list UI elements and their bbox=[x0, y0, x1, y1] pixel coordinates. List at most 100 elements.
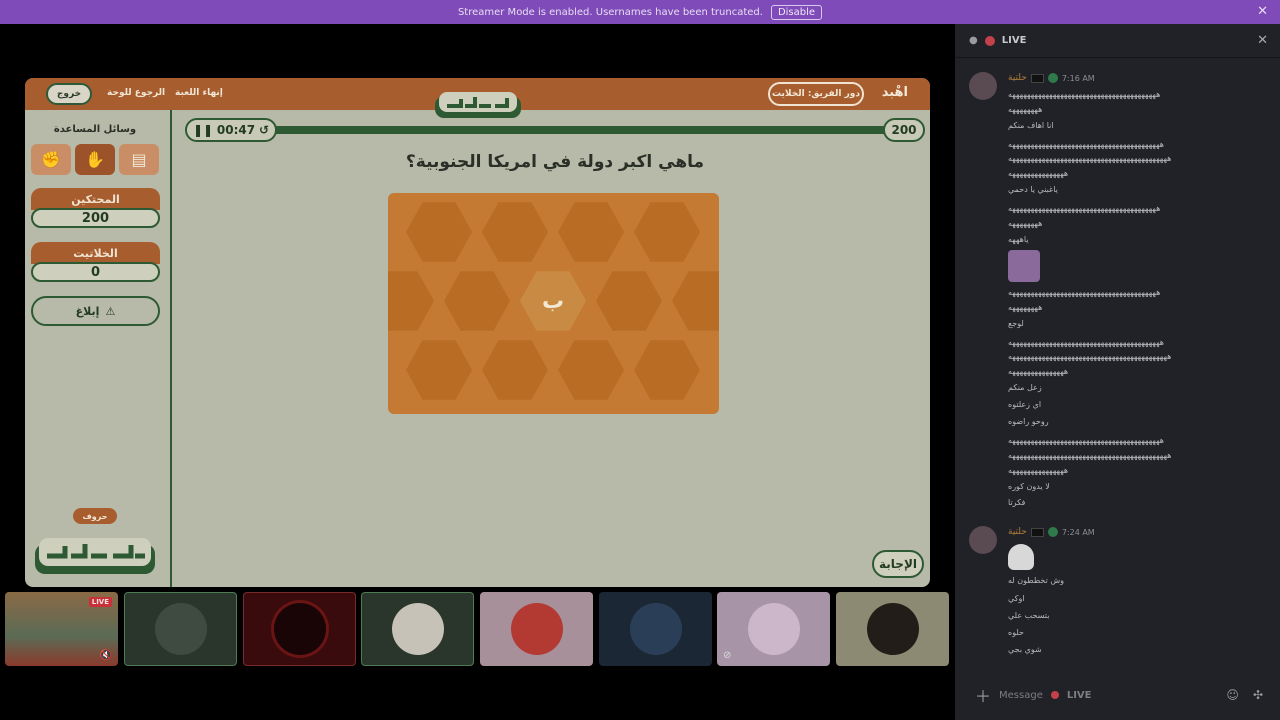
message-line: اوكي bbox=[1008, 594, 1025, 603]
message-line: هههههههههههههههه bbox=[1008, 367, 1069, 376]
avatar bbox=[510, 603, 563, 655]
team2-scorebox: الخلاتيت 0 bbox=[31, 242, 160, 286]
message-line: لا يدون كوره bbox=[1008, 482, 1050, 491]
input-placeholder: Message bbox=[999, 689, 1043, 701]
close-chat-icon[interactable]: ✕ bbox=[1257, 33, 1268, 48]
hex-cell[interactable] bbox=[406, 340, 472, 400]
pause-icon[interactable]: ❚❚ bbox=[193, 123, 213, 137]
avatar[interactable] bbox=[969, 72, 997, 100]
hex-cell[interactable] bbox=[672, 271, 719, 331]
message-line: وش تخططون له bbox=[1008, 576, 1064, 585]
sticker-image[interactable] bbox=[1008, 544, 1034, 570]
message-line: هههههههههههههههههههههههههههههههههههههههه… bbox=[1008, 338, 1165, 347]
message-line: لوجع bbox=[1008, 319, 1024, 328]
message-line: شوي بجي bbox=[1008, 645, 1042, 654]
participant-tile[interactable] bbox=[599, 592, 712, 666]
avatar bbox=[866, 603, 919, 655]
message-line: ياغبني يا دحمي bbox=[1008, 185, 1058, 194]
message-line: هههههههههههههههههههههههههههههههههههههههه… bbox=[1008, 451, 1172, 460]
message-input[interactable]: ＋ Message LIVE ☺ ✣ bbox=[967, 680, 1269, 710]
honeycomb-board: ب bbox=[388, 193, 719, 414]
message-line: هههههههههههههههه bbox=[1008, 466, 1069, 475]
timer: ❚❚ 00:47 ↺ bbox=[185, 118, 277, 142]
message-line: هههههههههههههههه bbox=[1008, 169, 1069, 178]
progress-track bbox=[265, 126, 889, 134]
timer-value: 00:47 bbox=[216, 123, 256, 137]
team-turn-pill: دور الفريق: الخلايت bbox=[768, 82, 864, 106]
participant-tile[interactable] bbox=[480, 592, 593, 666]
close-icon[interactable]: ✕ bbox=[1257, 4, 1268, 19]
emoji-icon[interactable]: ☺ bbox=[1226, 688, 1239, 702]
add-attachment-icon[interactable]: ＋ bbox=[975, 683, 991, 707]
participant-tile[interactable] bbox=[124, 592, 237, 666]
participant-tile-stream[interactable]: LIVE 🔇 bbox=[5, 592, 118, 666]
game-window: خروج الرجوع للوحة إنهاء اللعبة دور الفري… bbox=[25, 78, 930, 587]
username[interactable]: حلتية bbox=[1008, 73, 1027, 83]
end-game-link[interactable]: إنهاء اللعبة bbox=[175, 88, 223, 98]
message-line: ههههههههه bbox=[1008, 303, 1043, 312]
hex-cell[interactable] bbox=[558, 202, 624, 262]
hex-cell[interactable] bbox=[444, 271, 510, 331]
speaker-muted-icon[interactable]: 🔇 bbox=[100, 650, 112, 661]
message-line: هههههههههههههههههههههههههههههههههههههههه… bbox=[1008, 204, 1161, 213]
username[interactable]: حلتية bbox=[1008, 527, 1027, 537]
badge-icon bbox=[1030, 73, 1044, 83]
answer-button[interactable]: الإجابة bbox=[872, 550, 924, 578]
chat-bubble-icon: ● bbox=[969, 35, 978, 46]
chat-header: ● LIVE bbox=[955, 24, 1280, 58]
hex-cell[interactable] bbox=[634, 340, 700, 400]
history-icon[interactable]: ↺ bbox=[259, 123, 269, 137]
fist-icon[interactable]: ✊ bbox=[31, 144, 71, 175]
exit-button[interactable]: خروج bbox=[46, 83, 92, 105]
hex-cell[interactable] bbox=[596, 271, 662, 331]
image-attachment[interactable] bbox=[1008, 250, 1040, 282]
hex-cell-active[interactable]: ب bbox=[520, 271, 586, 331]
raised-hand-icon[interactable]: ✋ bbox=[75, 144, 115, 175]
banner-text: Streamer Mode is enabled. Usernames have… bbox=[457, 6, 763, 18]
hex-cell[interactable] bbox=[634, 202, 700, 262]
team1-name: المحتكين bbox=[31, 188, 160, 210]
avatar[interactable] bbox=[969, 526, 997, 554]
message-line: ياهههه bbox=[1008, 235, 1029, 244]
chat-panel: ● LIVE ✕ حلتية 7:16 AM ههههههههههههههههه… bbox=[955, 24, 1280, 720]
avatar bbox=[391, 603, 444, 655]
verified-icon bbox=[1047, 73, 1058, 83]
team1-scorebox: المحتكين 200 bbox=[31, 188, 160, 232]
disable-streamer-mode-button[interactable]: Disable bbox=[770, 4, 823, 20]
hex-cell[interactable] bbox=[482, 202, 548, 262]
hex-cell[interactable] bbox=[482, 340, 548, 400]
input-channel: LIVE bbox=[1066, 689, 1092, 701]
letters-tag: حروف bbox=[73, 508, 117, 524]
book-icon[interactable]: ▤ bbox=[119, 144, 159, 175]
avatar bbox=[273, 603, 326, 655]
message-meta: حلتية 7:16 AM bbox=[1008, 73, 1095, 83]
game-sidebar: وسائل المساعدة ✊ ✋ ▤ المحتكين 200 الخلات… bbox=[25, 110, 172, 587]
participant-strip: LIVE 🔇 ⊘ bbox=[5, 592, 950, 666]
timestamp: 7:24 AM bbox=[1061, 527, 1095, 537]
red-dot-icon bbox=[984, 35, 995, 46]
participant-tile[interactable]: ⊘ bbox=[717, 592, 830, 666]
message-line: روحو راضوه bbox=[1008, 417, 1049, 426]
hex-cell[interactable] bbox=[406, 202, 472, 262]
avatar bbox=[747, 603, 800, 655]
avatar bbox=[154, 603, 207, 655]
back-to-board-link[interactable]: الرجوع للوحة bbox=[107, 88, 165, 98]
game-logo bbox=[435, 92, 521, 118]
progress-row: ❚❚ 00:47 ↺ 200 bbox=[185, 118, 925, 142]
message-line: هههههههههههههههههههههههههههههههههههههههه… bbox=[1008, 436, 1165, 445]
message-line: انا اهاف منكم bbox=[1008, 121, 1054, 130]
team2-score: 0 bbox=[31, 262, 160, 282]
hex-cell[interactable] bbox=[388, 271, 434, 331]
help-tools: ✊ ✋ ▤ bbox=[31, 144, 159, 175]
apps-icon[interactable]: ✣ bbox=[1253, 688, 1263, 702]
message-line: حلوه bbox=[1008, 628, 1024, 637]
message-line: ههههههههه bbox=[1008, 219, 1043, 228]
participant-tile[interactable] bbox=[836, 592, 949, 666]
team-name: اهْبد bbox=[881, 85, 908, 100]
participant-tile[interactable] bbox=[361, 592, 474, 666]
participant-tile[interactable] bbox=[243, 592, 356, 666]
timestamp: 7:16 AM bbox=[1061, 73, 1095, 83]
message-line: بتسحب علي bbox=[1008, 611, 1050, 620]
hex-cell[interactable] bbox=[558, 340, 624, 400]
report-button[interactable]: إبلاغ ⚠ bbox=[31, 296, 160, 326]
